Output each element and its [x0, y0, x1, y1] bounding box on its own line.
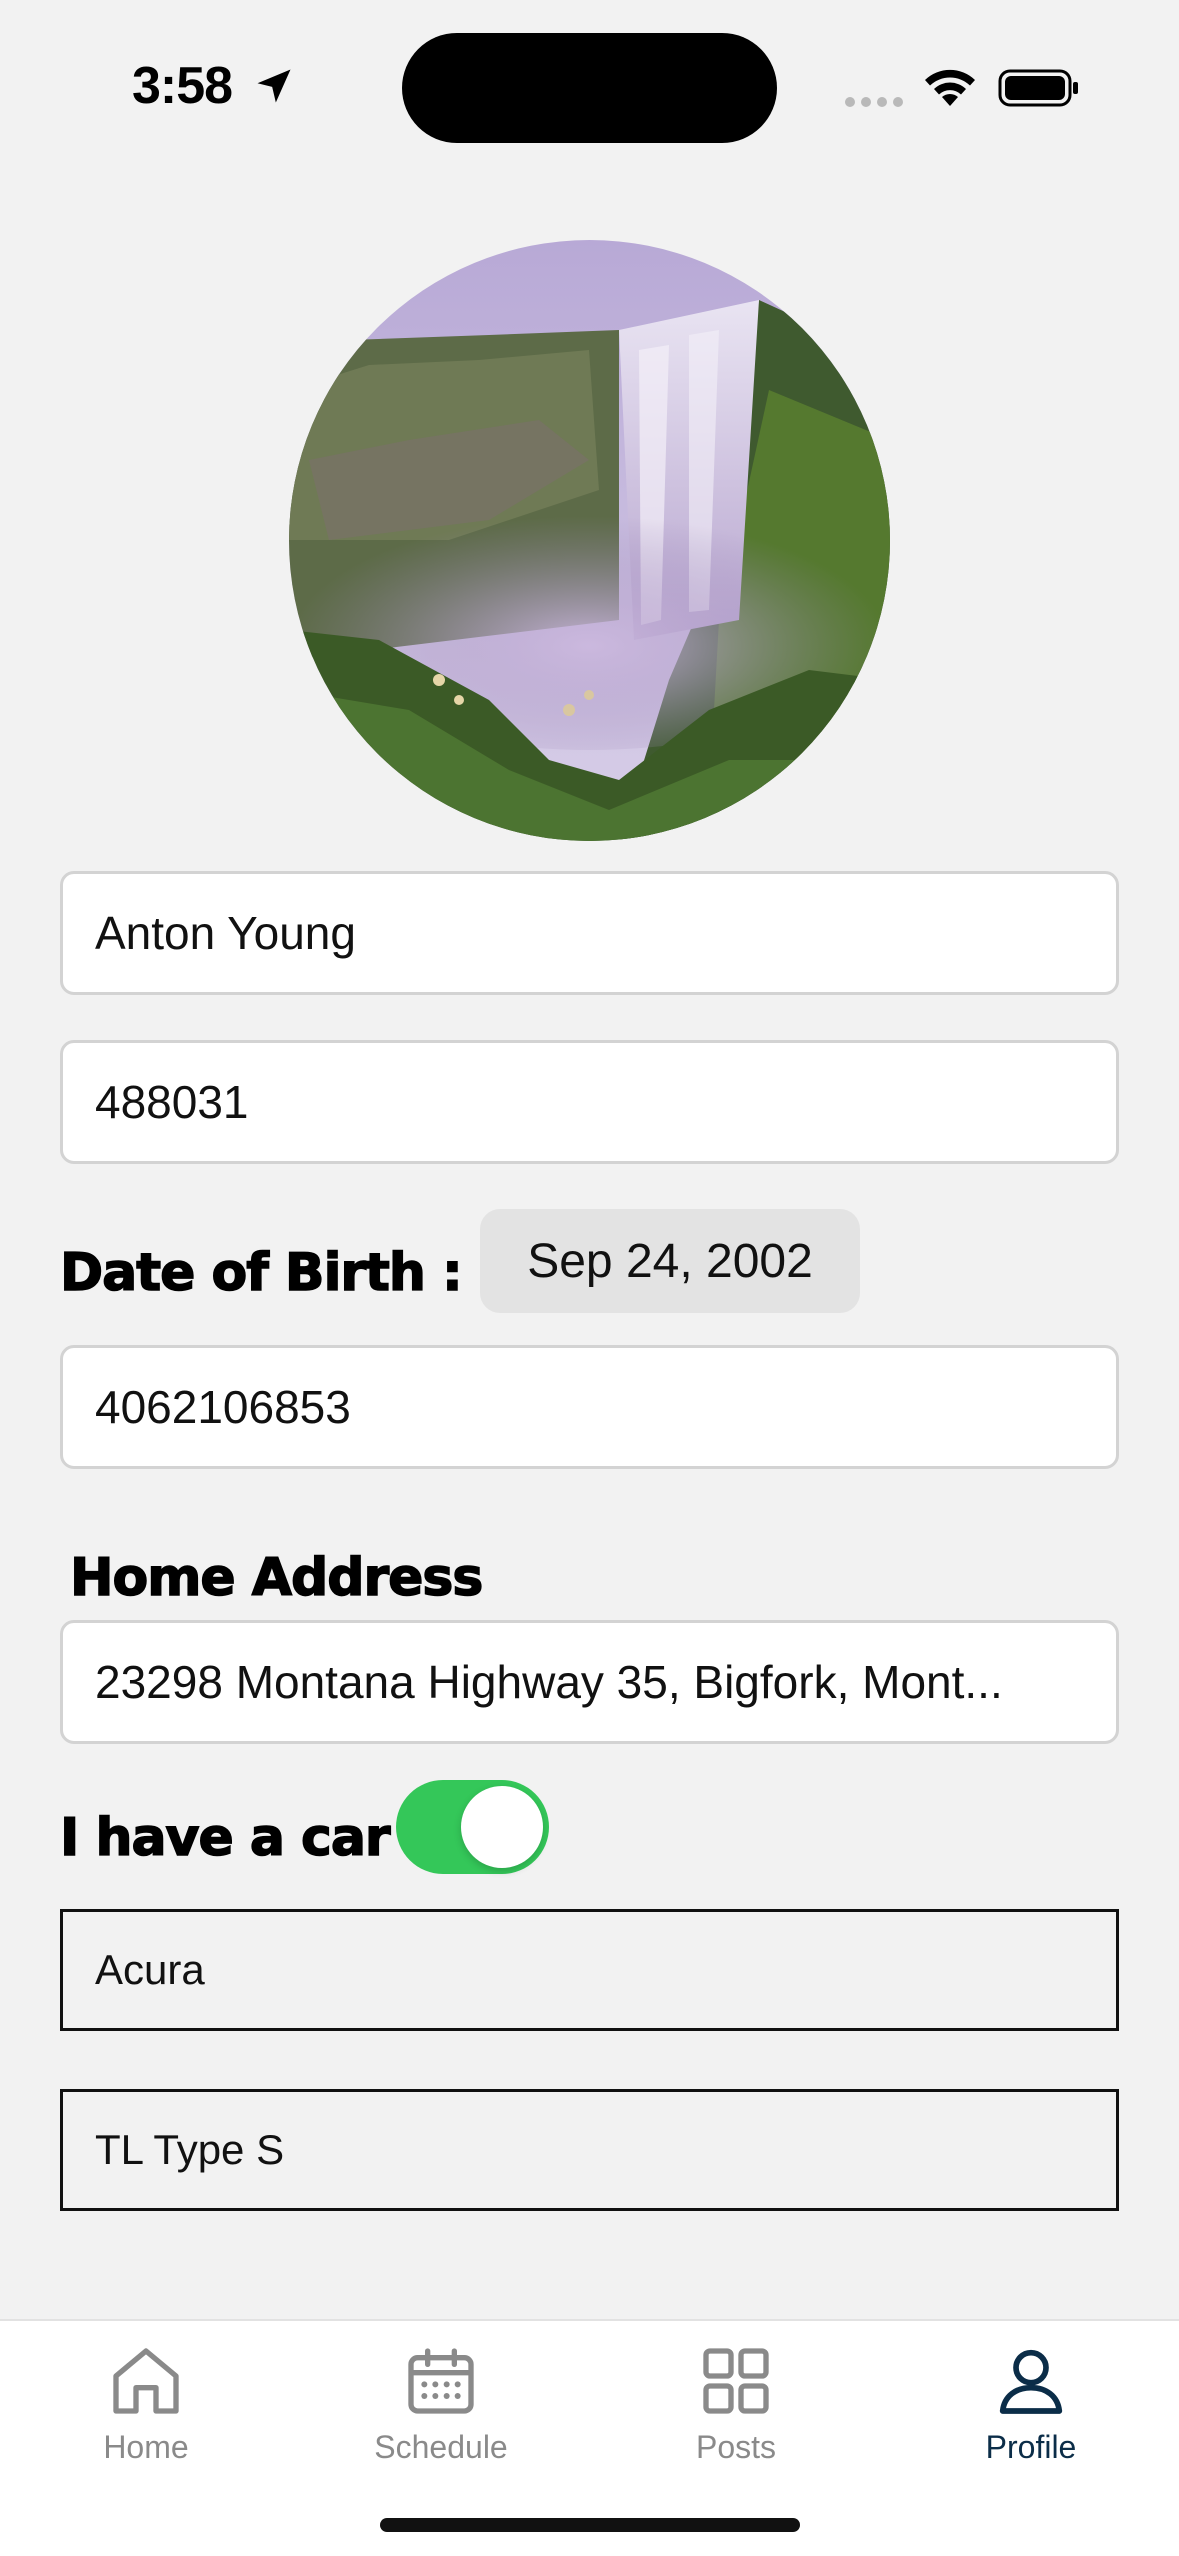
house-icon — [113, 2348, 179, 2414]
battery-icon — [998, 69, 1078, 107]
status-bar: 3:58 — [0, 0, 1179, 160]
waterfall-photo — [289, 240, 890, 841]
tab-schedule[interactable]: Schedule — [331, 2341, 551, 2491]
car-label: I have a car — [59, 1807, 391, 1869]
dob-label: Date of Birth : — [59, 1242, 463, 1304]
location-arrow-icon — [257, 69, 291, 103]
profile-avatar[interactable] — [289, 240, 890, 841]
id-number-value: 488031 — [95, 1076, 249, 1128]
calendar-icon — [408, 2348, 474, 2414]
person-icon — [999, 2349, 1063, 2414]
grid-icon — [703, 2348, 769, 2414]
dynamic-island — [402, 33, 777, 143]
home-address-label: Home Address — [69, 1547, 484, 1609]
tab-home[interactable]: Home — [36, 2341, 256, 2491]
phone-field[interactable]: 4062106853 — [60, 1345, 1119, 1469]
home-indicator — [380, 2518, 800, 2532]
tab-posts[interactable]: Posts — [626, 2341, 846, 2491]
car-make-field[interactable]: Acura — [60, 1909, 1119, 2031]
signal-dots-icon — [845, 97, 903, 107]
car-model-value: TL Type S — [95, 2126, 285, 2173]
tab-posts-label: Posts — [695, 2429, 777, 2465]
full-name-field[interactable]: Anton Young — [60, 871, 1119, 995]
tab-schedule-label: Schedule — [374, 2429, 508, 2465]
dob-date-picker[interactable]: Sep 24, 2002 — [480, 1209, 860, 1313]
car-make-value: Acura — [95, 1946, 205, 1993]
tab-profile[interactable]: Profile — [921, 2341, 1141, 2491]
car-model-field[interactable]: TL Type S — [60, 2089, 1119, 2211]
status-time: 3:58 — [132, 57, 233, 115]
tab-profile-label: Profile — [985, 2429, 1077, 2465]
car-toggle-knob — [461, 1786, 543, 1868]
car-toggle[interactable] — [396, 1780, 549, 1874]
wifi-icon — [925, 69, 975, 106]
home-address-value: 23298 Montana Highway 35, Bigfork, Mont.… — [95, 1656, 1003, 1708]
id-number-field[interactable]: 488031 — [60, 1040, 1119, 1164]
full-name-value: Anton Young — [95, 907, 356, 959]
phone-value: 4062106853 — [95, 1381, 351, 1433]
tab-home-label: Home — [103, 2429, 189, 2465]
home-address-field[interactable]: 23298 Montana Highway 35, Bigfork, Mont.… — [60, 1620, 1119, 1744]
